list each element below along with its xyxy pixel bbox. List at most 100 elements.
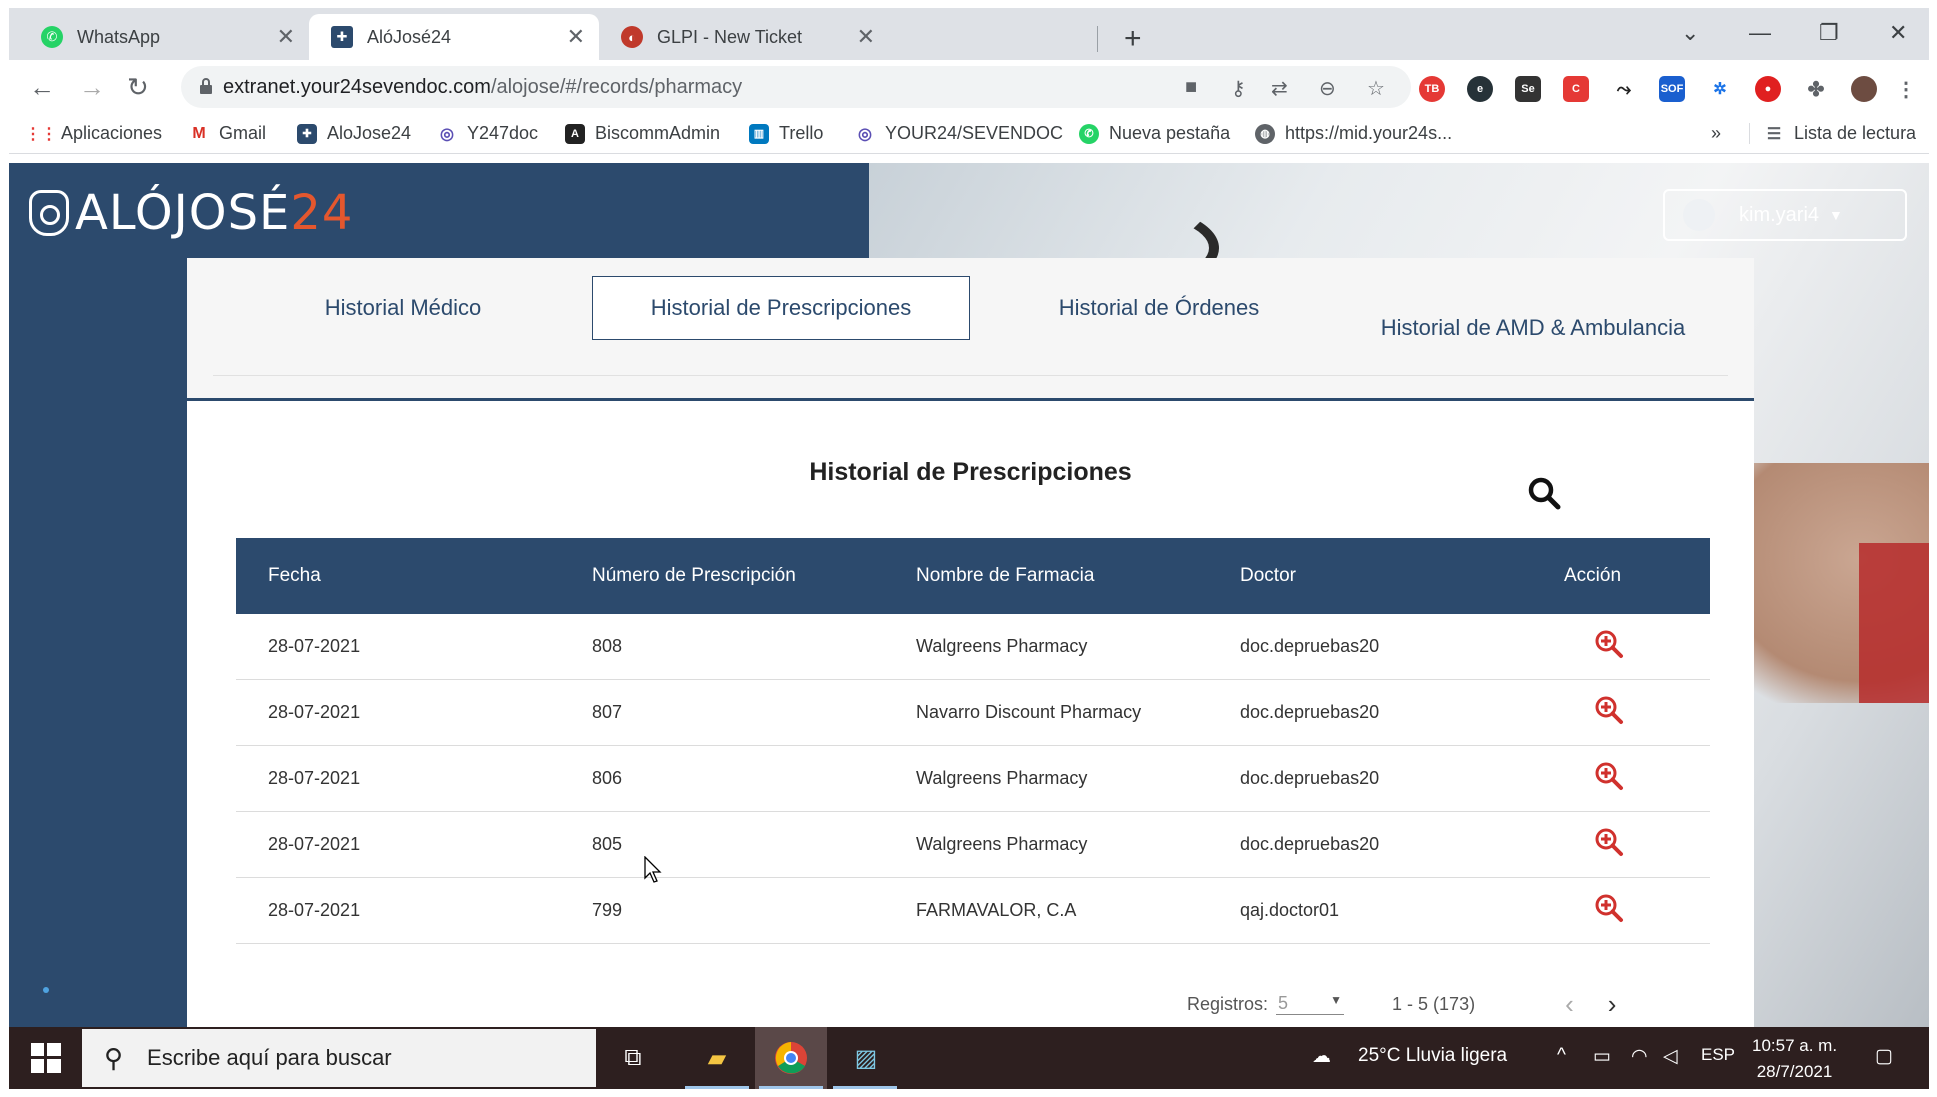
bookmark-aplicaciones[interactable]: ⋮⋮ Aplicaciones	[25, 123, 162, 144]
notifications-icon[interactable]: ▢	[1875, 1045, 1893, 1068]
bookmarks-overflow[interactable]: »	[1711, 123, 1721, 144]
search-icon[interactable]	[1527, 476, 1561, 510]
extension-icon[interactable]: ⤳	[1611, 76, 1637, 102]
overflow-chevron-icon: »	[1711, 123, 1722, 143]
tabs-divider	[213, 375, 1728, 376]
cell-farmacia: Navarro Discount Pharmacy	[916, 702, 1142, 722]
forward-icon[interactable]: →	[79, 72, 105, 103]
puzzle-icon[interactable]: ✤	[1803, 76, 1829, 102]
reload-icon[interactable]: ↻	[127, 72, 149, 103]
zoom-out-icon[interactable]: ⊖	[1319, 76, 1336, 101]
app-logo[interactable]: ALÓJOSÉ24	[29, 185, 353, 241]
close-icon[interactable]: ✕	[857, 24, 875, 50]
tab-historial-medico[interactable]: Historial Médico	[214, 276, 592, 340]
bookmark-biscommadmin[interactable]: A BiscommAdmin	[565, 123, 720, 144]
taskbar-search-box[interactable]: ⚲ Escribe aquí para buscar	[82, 1029, 596, 1087]
close-icon[interactable]: ✕	[567, 24, 585, 50]
extension-icon[interactable]: ●	[1755, 76, 1781, 102]
table-row: 28-07-2021 805 Walgreens Pharmacy doc.de…	[236, 812, 1710, 878]
sof-icon[interactable]: SOF	[1659, 76, 1685, 102]
volume-icon[interactable]: ◁	[1663, 1045, 1678, 1068]
extension-icon[interactable]: TB	[1419, 76, 1445, 102]
prev-page-icon[interactable]: ‹	[1565, 989, 1574, 1020]
browser-tab-alojose[interactable]: ✚ AlóJosé24 ✕	[309, 14, 599, 60]
notepad-icon[interactable]: ▨	[847, 1039, 885, 1077]
key-icon[interactable]: ⚷	[1231, 76, 1246, 101]
cell-accion	[1532, 695, 1710, 730]
view-details-zoom-icon[interactable]	[1594, 629, 1624, 659]
menu-kebab-icon[interactable]: ⋮	[1893, 76, 1919, 102]
running-indicator	[759, 1086, 823, 1089]
view-details-zoom-icon[interactable]	[1594, 761, 1624, 791]
tray-chevron-up-icon[interactable]: ^	[1557, 1045, 1566, 1067]
cell-accion	[1532, 761, 1710, 796]
bookmark-gmail[interactable]: M Gmail	[189, 123, 266, 144]
translate-icon[interactable]: ⇄	[1271, 76, 1288, 101]
table-row: 28-07-2021 806 Walgreens Pharmacy doc.de…	[236, 746, 1710, 812]
status-dot	[43, 987, 49, 993]
restore-icon[interactable]: ❐	[1819, 20, 1839, 46]
logo-number: 24	[290, 185, 354, 241]
bookmark-star-icon[interactable]: ☆	[1367, 76, 1385, 101]
reading-list[interactable]: ☰ Lista de lectura	[1749, 123, 1916, 144]
web-page: ALÓJOSÉ24 kim.yari4 ▼ Historial Médico H…	[9, 163, 1929, 1027]
cell-doctor: doc.depruebas20	[1240, 636, 1380, 656]
bookmark-your24[interactable]: ◎ YOUR24/SEVENDOC	[855, 123, 1063, 144]
y247doc-icon: ◎	[437, 123, 457, 144]
task-view-icon[interactable]: ⧉	[614, 1039, 652, 1077]
column-header-fecha[interactable]: Fecha	[236, 565, 560, 587]
bookmark-trello[interactable]: ▥ Trello	[749, 123, 823, 144]
bookmark-mid-your24s[interactable]: ◍ https://mid.your24s...	[1255, 123, 1452, 144]
your24-icon: ◎	[855, 123, 875, 144]
new-tab-icon[interactable]: +	[1124, 22, 1142, 56]
bookmark-alojose24[interactable]: ✚ AloJose24	[297, 123, 411, 144]
bookmark-nueva-pestana[interactable]: ✆ Nueva pestaña	[1079, 123, 1230, 144]
view-details-zoom-icon[interactable]	[1594, 827, 1624, 857]
cell-numero: 805	[592, 834, 623, 854]
table-row: 28-07-2021 807 Navarro Discount Pharmacy…	[236, 680, 1710, 746]
language-indicator[interactable]: ESP	[1701, 1045, 1735, 1065]
table-header: Fecha Número de Prescripción Nombre de F…	[236, 538, 1710, 614]
per-page-select[interactable]: 5 ▼	[1276, 993, 1345, 1015]
battery-icon[interactable]: ▭	[1593, 1045, 1611, 1068]
extension-icon[interactable]: e	[1467, 76, 1493, 102]
windows-start-icon[interactable]	[31, 1043, 61, 1073]
window-close-icon[interactable]: ✕	[1889, 20, 1907, 46]
weather-text[interactable]: 25°C Lluvia ligera	[1358, 1045, 1507, 1067]
file-explorer-icon[interactable]: ▰	[698, 1039, 736, 1077]
tab-historial-ordenes[interactable]: Historial de Órdenes	[970, 276, 1348, 340]
chrome-icon[interactable]	[772, 1039, 810, 1077]
column-header-doctor[interactable]: Doctor	[1208, 565, 1532, 587]
close-icon[interactable]: ✕	[277, 24, 295, 50]
extension-icon[interactable]: ✲	[1707, 76, 1733, 102]
alojose-icon: ✚	[297, 123, 317, 144]
browser-tab-whatsapp[interactable]: ✆ WhatsApp ✕	[19, 14, 309, 60]
clock[interactable]: 10:57 a. m. 28/7/2021	[1752, 1033, 1837, 1085]
user-menu-button[interactable]: kim.yari4 ▼	[1663, 189, 1907, 241]
selenium-icon[interactable]: Se	[1515, 76, 1541, 102]
whatsapp-icon: ✆	[1079, 123, 1099, 144]
next-page-icon[interactable]: ›	[1608, 989, 1617, 1020]
tab-historial-prescripciones[interactable]: Historial de Prescripciones	[592, 276, 970, 340]
bookmark-y247doc[interactable]: ◎ Y247doc	[437, 123, 538, 144]
weather-cloud-icon[interactable]: ☁	[1312, 1045, 1331, 1068]
alojose-icon: ✚	[331, 26, 353, 48]
running-indicator	[833, 1086, 897, 1089]
column-header-numero[interactable]: Número de Prescripción	[560, 565, 884, 587]
wifi-icon[interactable]: ◠	[1631, 1045, 1648, 1068]
view-details-zoom-icon[interactable]	[1594, 695, 1624, 725]
extension-icon[interactable]: C	[1563, 76, 1589, 102]
address-bar[interactable]: extranet.your24sevendoc.com/alojose/#/re…	[181, 66, 1411, 108]
view-details-zoom-icon[interactable]	[1594, 893, 1624, 923]
url-path: /alojose/#/records/pharmacy	[490, 76, 743, 98]
tab-historial-amd-ambulancia[interactable]: Historial de AMD & Ambulancia	[1348, 286, 1718, 370]
tab-search-icon[interactable]: ⌄	[1681, 20, 1699, 46]
back-icon[interactable]: ←	[29, 72, 55, 103]
profile-avatar[interactable]	[1851, 76, 1877, 102]
minimize-icon[interactable]: —	[1749, 20, 1771, 46]
camera-icon[interactable]: ■	[1185, 76, 1197, 99]
browser-tab-strip: ✆ WhatsApp ✕ ✚ AlóJosé24 ✕ ◐ GLPI - New …	[9, 8, 1929, 60]
browser-tab-glpi[interactable]: ◐ GLPI - New Ticket ✕	[599, 14, 889, 60]
reading-list-icon: ☰	[1764, 123, 1784, 144]
column-header-farmacia[interactable]: Nombre de Farmacia	[884, 565, 1208, 587]
